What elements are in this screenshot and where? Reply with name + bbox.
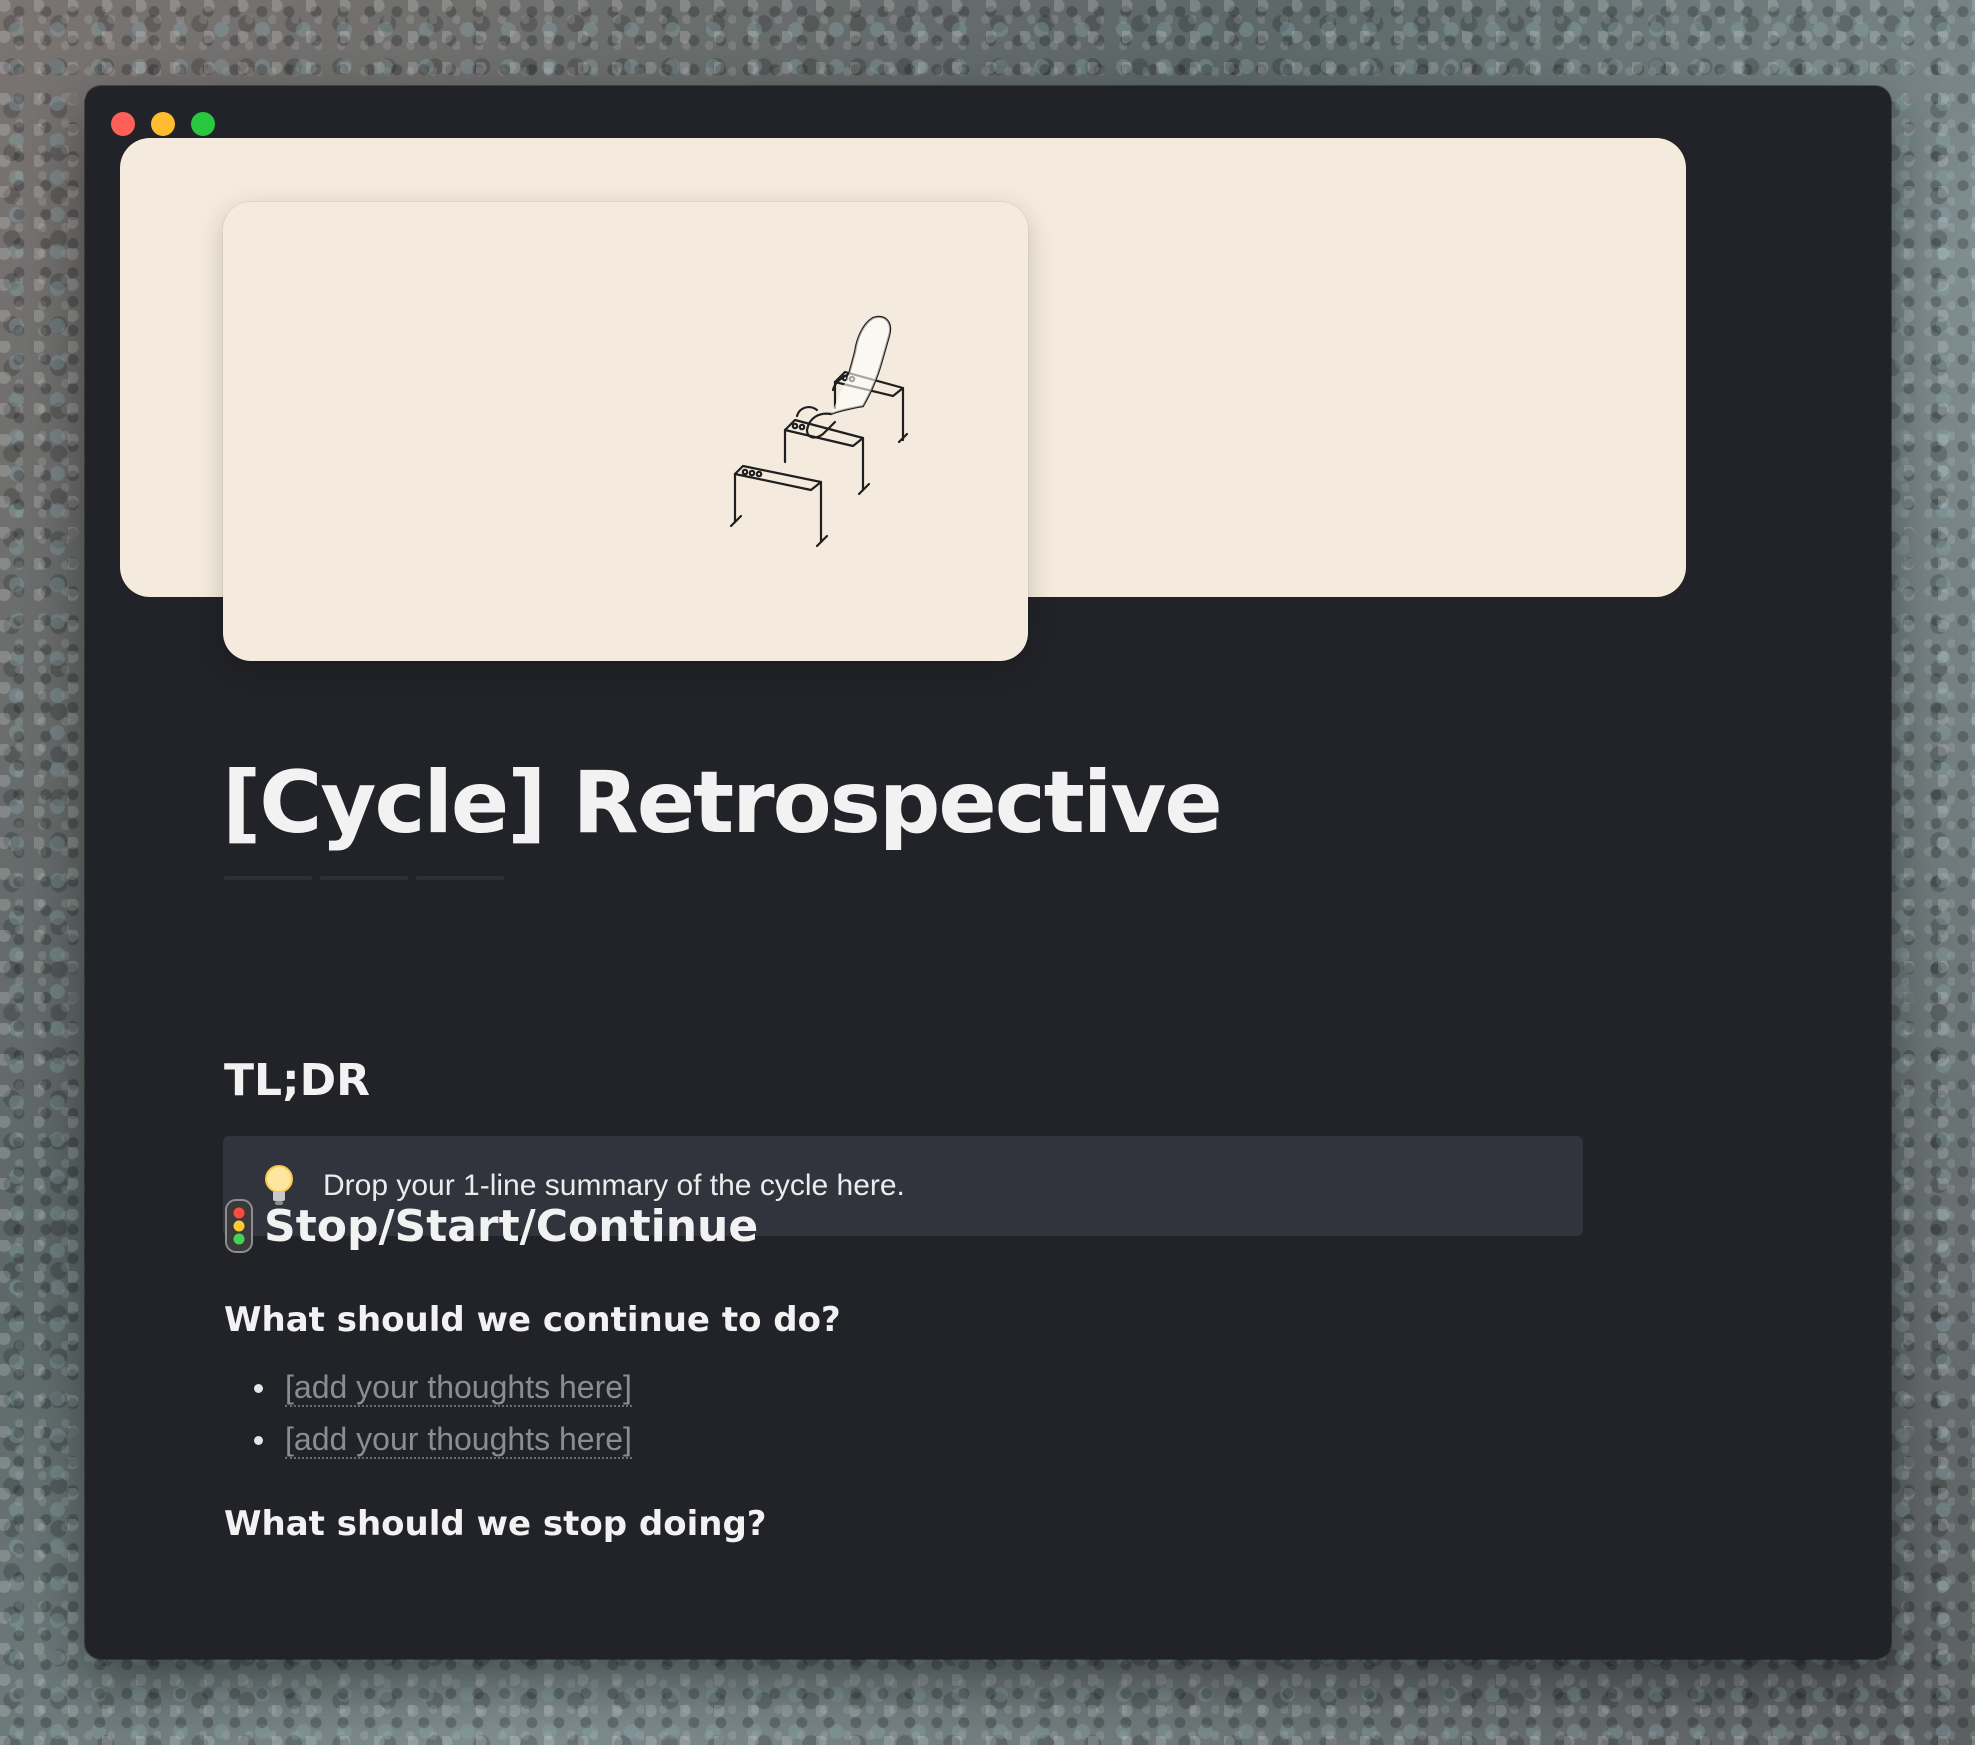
page-title[interactable]: [Cycle] Retrospective xyxy=(222,752,1223,855)
close-window-button[interactable] xyxy=(111,112,135,136)
underline-segment xyxy=(224,876,312,880)
section-heading-text: Stop/Start/Continue xyxy=(264,1200,759,1252)
bullet-icon xyxy=(254,1383,263,1393)
tldr-heading[interactable]: TL;DR xyxy=(224,1055,370,1106)
list-item[interactable]: [add your thoughts here] xyxy=(254,1362,632,1414)
list-item[interactable]: [add your thoughts here] xyxy=(254,1414,632,1466)
continue-question[interactable]: What should we continue to do? xyxy=(224,1300,841,1340)
window-controls xyxy=(111,112,215,136)
traffic-light-icon xyxy=(225,1199,253,1253)
title-decoration xyxy=(224,876,504,880)
hurdles-illustration xyxy=(729,315,909,548)
stop-start-continue-heading[interactable]: Stop/Start/Continue xyxy=(222,1198,758,1254)
underline-segment xyxy=(416,876,504,880)
bullet-icon xyxy=(254,1435,263,1445)
cover-image-card xyxy=(223,202,1028,661)
placeholder-text[interactable]: [add your thoughts here] xyxy=(285,1369,632,1408)
placeholder-text[interactable]: [add your thoughts here] xyxy=(285,1421,632,1460)
stop-question[interactable]: What should we stop doing? xyxy=(224,1504,767,1544)
underline-segment xyxy=(320,876,408,880)
continue-list: [add your thoughts here] [add your thoug… xyxy=(254,1362,632,1466)
zoom-window-button[interactable] xyxy=(191,112,215,136)
minimize-window-button[interactable] xyxy=(151,112,175,136)
